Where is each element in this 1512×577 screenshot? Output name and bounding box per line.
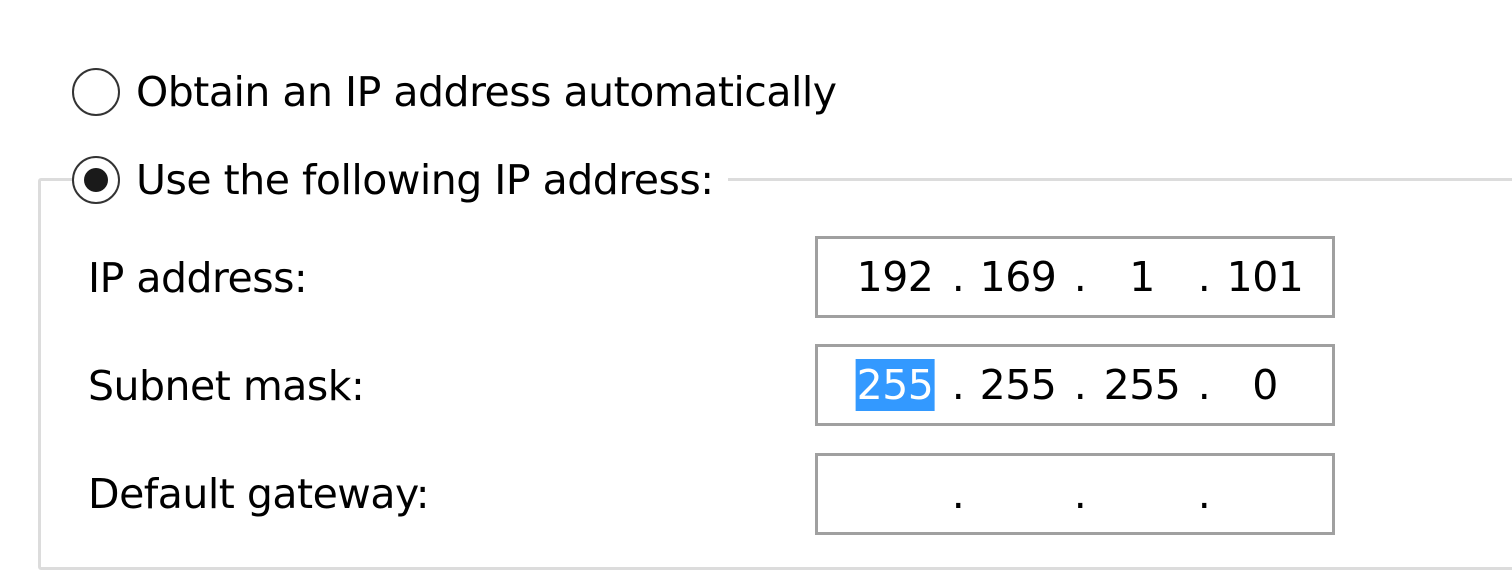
ip-address-octet-2[interactable]: 169: [979, 251, 1058, 303]
subnet-mask-octet-4[interactable]: 0: [1251, 359, 1279, 411]
default-gateway-octet-1[interactable]: [894, 468, 896, 520]
default-gateway-input[interactable]: . . .: [815, 453, 1335, 535]
default-gateway-octet-2[interactable]: [1017, 468, 1019, 520]
ip-address-input[interactable]: 192 . 169 . 1 . 101: [815, 236, 1335, 318]
octet-separator: .: [1197, 361, 1211, 409]
radio-obtain-automatically[interactable]: Obtain an IP address automatically: [72, 62, 837, 122]
radio-button-checked-icon[interactable]: [72, 156, 120, 204]
octet-separator: .: [1073, 470, 1087, 518]
radio-use-following-ip[interactable]: Use the following IP address:: [72, 150, 728, 210]
octet-separator: .: [1073, 253, 1087, 301]
octet-separator: .: [1197, 253, 1211, 301]
radio-obtain-automatically-label[interactable]: Obtain an IP address automatically: [136, 62, 837, 122]
radio-button-unchecked-icon[interactable]: [72, 68, 120, 116]
ip-address-octet-1[interactable]: 192: [856, 251, 935, 303]
subnet-mask-octet-1-selected[interactable]: 255: [855, 359, 935, 411]
ip-address-octet-4[interactable]: 101: [1226, 251, 1305, 303]
subnet-mask-input[interactable]: 255 . 255 . 255 . 0: [815, 344, 1335, 426]
octet-separator: .: [951, 253, 965, 301]
octet-separator: .: [1073, 361, 1087, 409]
ip-address-octet-3[interactable]: 1: [1128, 251, 1156, 303]
default-gateway-octet-3[interactable]: [1141, 468, 1143, 520]
subnet-mask-octet-3[interactable]: 255: [1103, 359, 1182, 411]
octet-separator: .: [1197, 470, 1211, 518]
default-gateway-octet-4[interactable]: [1264, 468, 1266, 520]
radio-use-following-ip-label[interactable]: Use the following IP address:: [136, 150, 714, 210]
ip-settings-panel: Obtain an IP address automatically Use t…: [0, 0, 1512, 577]
subnet-mask-octet-2[interactable]: 255: [979, 359, 1058, 411]
octet-separator: .: [951, 470, 965, 518]
octet-separator: .: [951, 361, 965, 409]
